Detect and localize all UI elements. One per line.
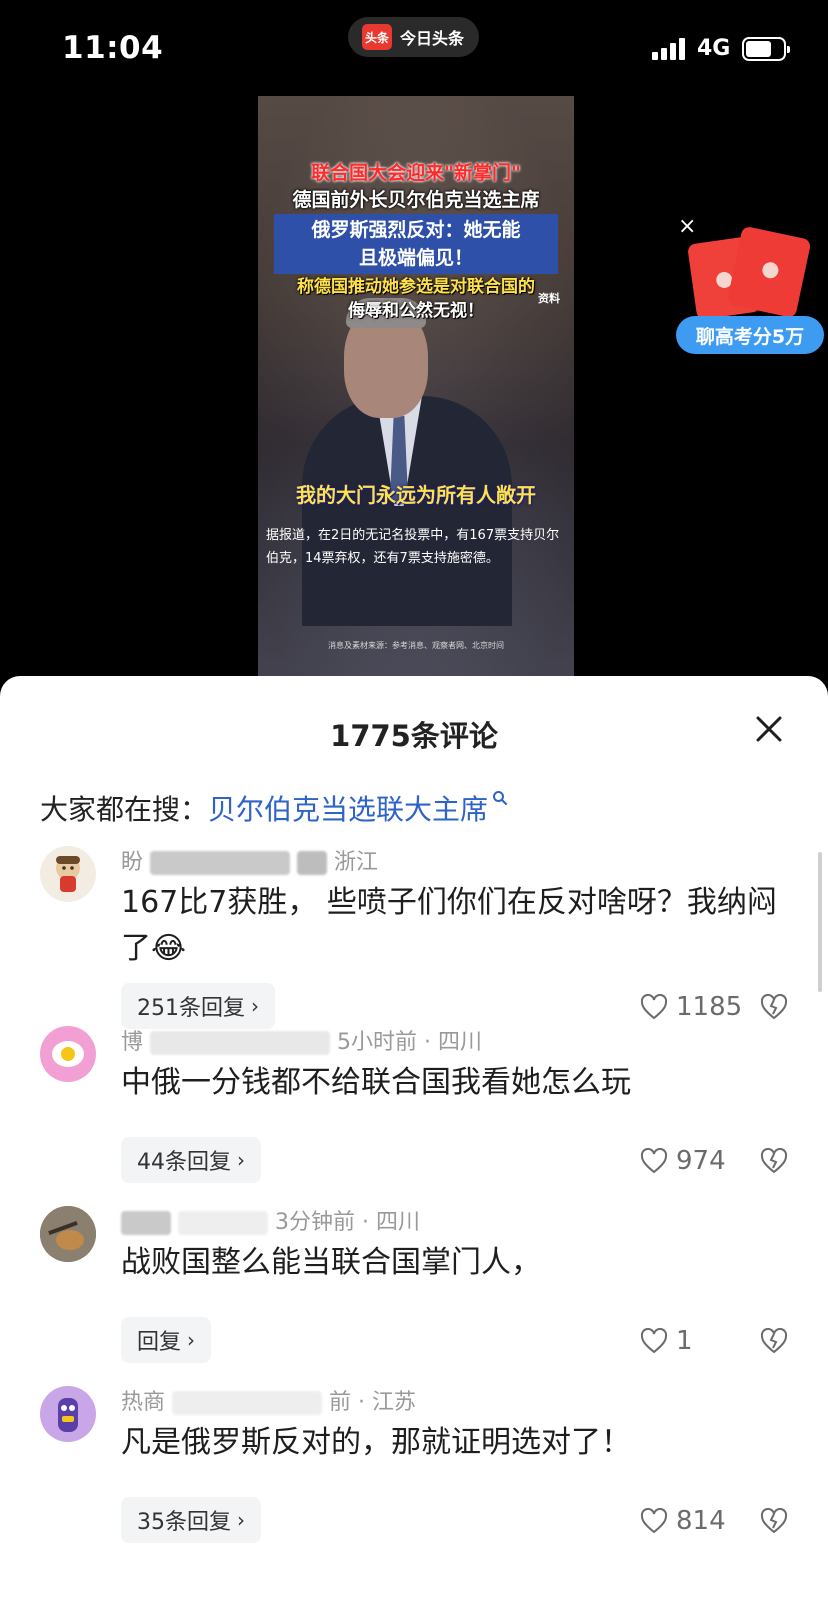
comment-meta: 博 5小时前 · 四川	[121, 1024, 482, 1056]
status-bar: 11:04 头条 今日头条 4G	[0, 0, 828, 96]
trending-search-link[interactable]: 贝尔伯克当选联大主席	[208, 793, 488, 826]
comment-meta: 3分钟前 · 四川	[121, 1204, 420, 1236]
broken-heart-icon[interactable]	[760, 1148, 788, 1174]
comment-meta: 热商 前 · 江苏	[121, 1384, 416, 1416]
video-player[interactable]: 联合国大会迎来"新掌门" 德国前外长贝尔伯克当选主席 俄罗斯强烈反对：她无能 且…	[258, 96, 574, 676]
heart-icon	[640, 1148, 668, 1174]
video-caption: 据报道，在2日的无记名投票中，有167票支持贝尔伯克，14票弃权，还有7票支持施…	[266, 528, 560, 566]
promo-button[interactable]: 聊高考分5万	[676, 316, 824, 354]
comments-sheet: 1775条评论 大家都在搜：贝尔伯克当选联大主席 盼 浙江 167比7获胜， 些…	[0, 676, 828, 1613]
comment-author[interactable]: 热商	[121, 1390, 165, 1415]
reply-count-button[interactable]: 251条回复 ›	[121, 983, 275, 1029]
trending-search-row: 大家都在搜：贝尔伯克当选联大主席	[40, 788, 508, 828]
video-headline-box: 俄罗斯强烈反对：她无能 且极端偏见！	[274, 214, 558, 274]
avatar[interactable]	[40, 1026, 96, 1082]
comments-count-title: 1775条评论	[330, 719, 498, 753]
video-source: 消息及素材来源：参考消息、观察者网、北京时间	[328, 641, 504, 650]
comment-author[interactable]: 博	[121, 1030, 143, 1055]
broken-heart-icon[interactable]	[760, 1328, 788, 1354]
battery-icon	[742, 37, 790, 61]
comment-text: 凡是俄罗斯反对的，那就证明选对了！	[121, 1425, 631, 1460]
comments-scrollbar[interactable]	[818, 852, 822, 992]
like-button[interactable]: 814	[640, 1506, 726, 1536]
reply-count-label: 251条回复	[137, 996, 245, 1021]
like-count: 1	[676, 1326, 693, 1356]
like-count: 974	[676, 1146, 726, 1176]
video-box-line2: 且极端偏见！	[358, 247, 473, 269]
app-logo-icon: 头条	[362, 24, 392, 50]
comment-text: 中俄一分钱都不给联合国我看她怎么玩	[121, 1065, 631, 1100]
like-button[interactable]: 974	[640, 1146, 726, 1176]
avatar[interactable]	[40, 1206, 96, 1262]
like-count: 814	[676, 1506, 726, 1536]
laugh-cry-icon: 😂	[151, 931, 187, 966]
like-button[interactable]: 1	[640, 1326, 693, 1356]
comment-time-location: 5小时前 · 四川	[337, 1030, 482, 1055]
video-quote: 我的大门永远为所有人敞开	[296, 483, 536, 507]
close-icon[interactable]	[752, 712, 786, 746]
reply-count-button[interactable]: 44条回复 ›	[121, 1137, 261, 1183]
like-count: 1185	[676, 992, 743, 1022]
comment-text: 战败国整么能当联合国掌门人，	[121, 1245, 541, 1280]
avatar[interactable]	[40, 1386, 96, 1442]
comment-text: 167比7获胜， 些喷子们你们在反对啥呀？我纳闷了😂	[121, 880, 791, 972]
reply-count-label: 44条回复	[137, 1150, 231, 1175]
comment-body: 167比7获胜， 些喷子们你们在反对啥呀？我纳闷了	[121, 885, 777, 966]
video-yellow-line: 称德国推动她参选是对联合国的	[297, 277, 535, 297]
like-button[interactable]: 1185	[640, 992, 742, 1022]
chevron-right-icon: ›	[251, 994, 259, 1018]
video-title-line2: 德国前外长贝尔伯克当选主席	[292, 189, 540, 211]
reply-button[interactable]: 回复 ›	[121, 1317, 212, 1363]
comment-time-location: 3分钟前 · 四川	[275, 1210, 420, 1235]
video-tag: 资料	[538, 292, 560, 305]
comment-meta: 盼 浙江	[121, 844, 378, 876]
chevron-right-icon: ›	[237, 1148, 245, 1172]
signal-icon	[652, 38, 685, 60]
app-indicator-label: 今日头条	[400, 29, 465, 48]
comment-time-location: 前 · 江苏	[329, 1390, 416, 1415]
search-icon[interactable]	[492, 790, 508, 806]
reply-label: 回复	[137, 1330, 182, 1355]
chevron-right-icon: ›	[237, 1508, 245, 1532]
heart-icon	[640, 1328, 668, 1354]
app-indicator-pill[interactable]: 头条 今日头条	[348, 17, 479, 57]
red-packet-icon[interactable]	[687, 225, 820, 321]
reply-count-label: 35条回复	[137, 1510, 231, 1535]
avatar[interactable]	[40, 846, 96, 902]
broken-heart-icon[interactable]	[760, 1508, 788, 1534]
chevron-right-icon: ›	[187, 1328, 196, 1352]
status-time: 11:04	[62, 30, 164, 66]
video-white-line: 侮辱和公然无视！	[348, 301, 484, 321]
comment-author[interactable]: 盼	[121, 850, 143, 875]
video-box-line1: 俄罗斯强烈反对：她无能	[311, 219, 521, 241]
comment-location: 浙江	[334, 850, 379, 875]
heart-icon	[640, 1508, 668, 1534]
network-type: 4G	[697, 36, 731, 61]
broken-heart-icon[interactable]	[760, 994, 788, 1020]
heart-icon	[640, 994, 668, 1020]
video-title-line1: 联合国大会迎来"新掌门"	[311, 162, 521, 184]
trending-search-prefix: 大家都在搜：	[40, 793, 209, 826]
reply-count-button[interactable]: 35条回复 ›	[121, 1497, 261, 1543]
